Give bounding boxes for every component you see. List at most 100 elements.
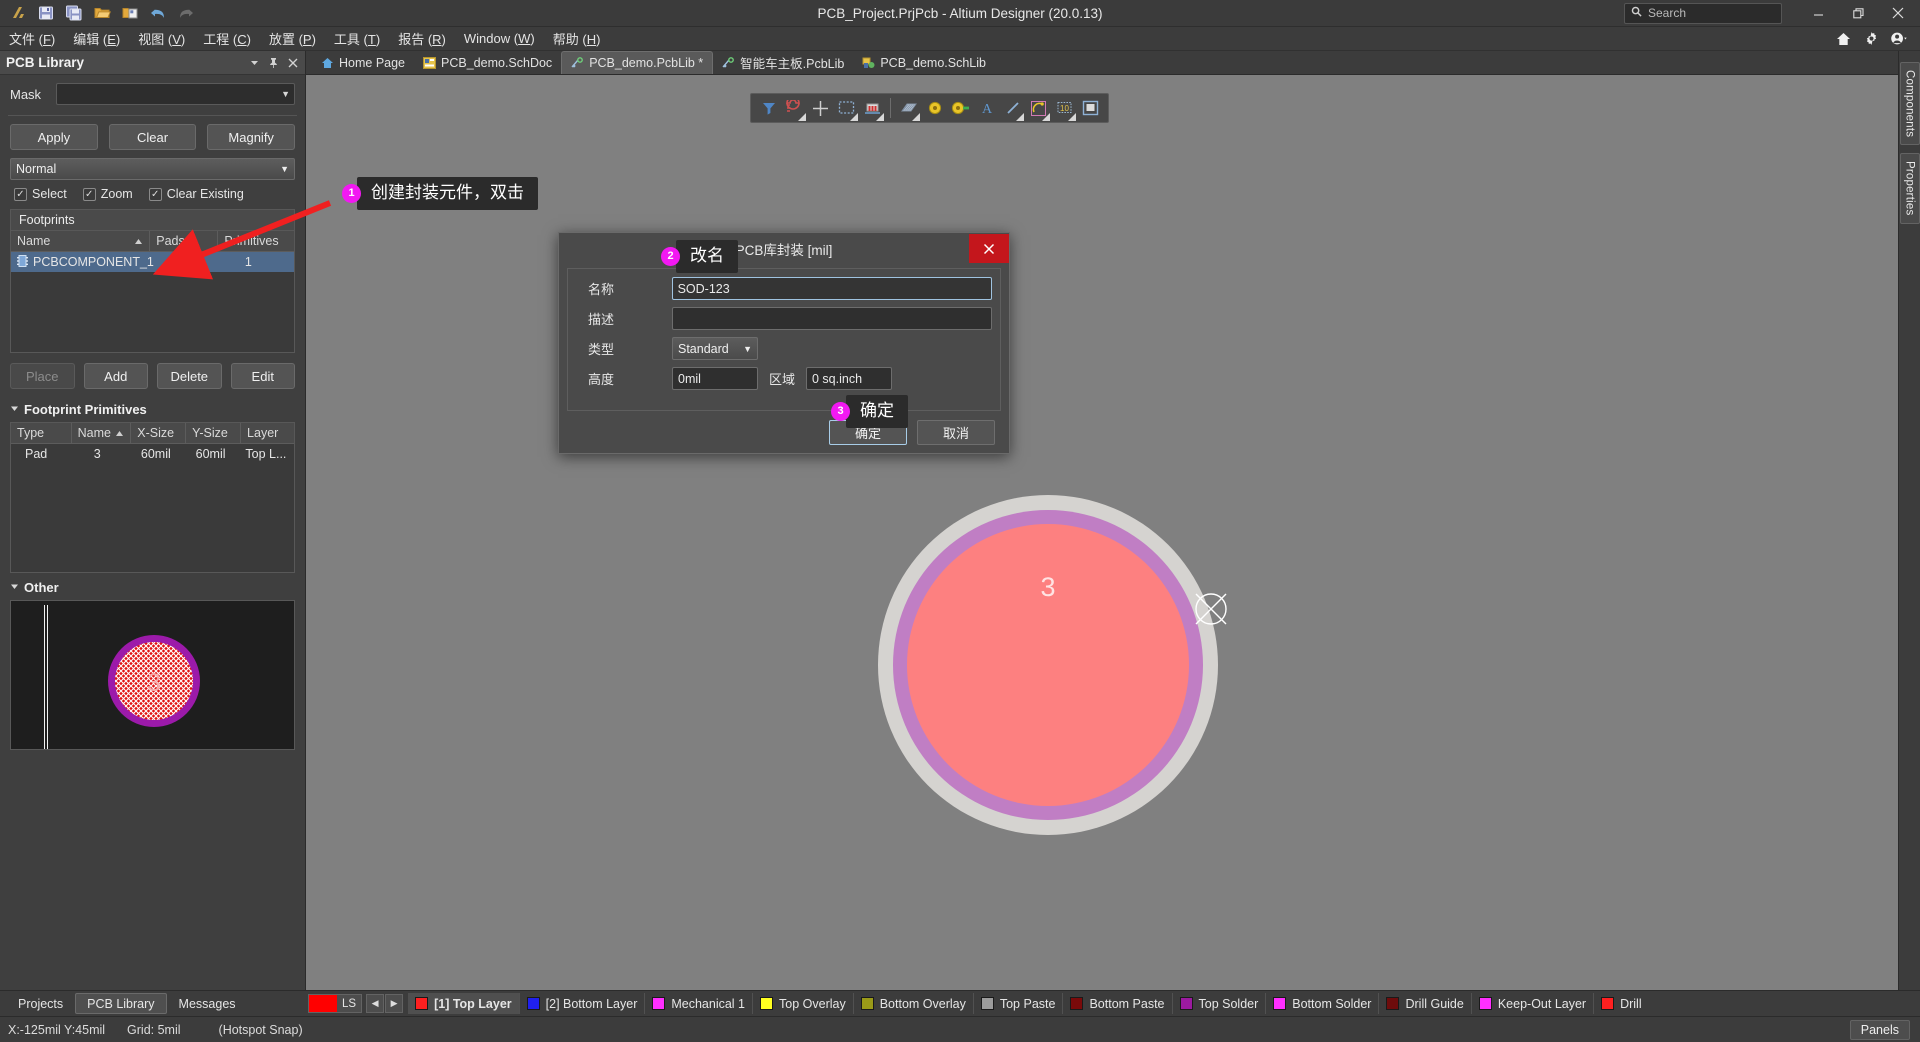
tab-pcb-demo-schlib[interactable]: PCB_demo.SchLib xyxy=(853,51,995,74)
edit-button[interactable]: Edit xyxy=(230,363,295,389)
place-line-icon[interactable] xyxy=(1000,96,1025,121)
col-pads[interactable]: Pads xyxy=(150,231,219,251)
place-fill-icon[interactable] xyxy=(1078,96,1103,121)
tab-smartcar-pcblib[interactable]: 智能车主板.PcbLib xyxy=(713,51,853,74)
layer-tab-mechanical-1[interactable]: Mechanical 1 xyxy=(645,993,754,1014)
col-ysize[interactable]: Y-Size xyxy=(186,423,242,443)
other-section-header[interactable]: Other xyxy=(0,573,305,600)
dropdown-indicator[interactable] xyxy=(798,112,806,121)
account-icon[interactable] xyxy=(1890,30,1908,48)
layer-next-button[interactable]: ▶ xyxy=(385,994,404,1013)
add-button[interactable]: Add xyxy=(83,363,148,389)
layer-tab-keep-out-layer[interactable]: Keep-Out Layer xyxy=(1472,993,1595,1014)
chevron-down-icon[interactable]: ▼ xyxy=(281,89,290,99)
pcb-canvas[interactable]: A 10 3 xyxy=(306,75,1898,990)
dropdown-indicator[interactable] xyxy=(876,112,884,121)
table-row[interactable]: PCBCOMPONENT_1 1 1 xyxy=(11,252,294,272)
dropdown-indicator[interactable] xyxy=(1042,112,1050,121)
col-prim-name[interactable]: Name xyxy=(72,423,132,443)
menu-file[interactable]: 文件 (F) xyxy=(0,26,64,51)
menu-window[interactable]: Window (W) xyxy=(455,28,544,49)
place-string-icon[interactable]: A xyxy=(974,96,999,121)
col-name[interactable]: Name xyxy=(11,231,151,251)
dock-tab-components[interactable]: Components xyxy=(1899,62,1920,146)
tab-pcb-demo-pcblib[interactable]: PCB_demo.PcbLib * xyxy=(561,51,714,74)
magnet-icon[interactable] xyxy=(782,96,807,121)
place-button[interactable]: Place xyxy=(10,363,75,389)
search-input[interactable]: Search xyxy=(1624,2,1782,24)
undo-icon[interactable] xyxy=(145,2,171,25)
menu-place[interactable]: 放置 (P) xyxy=(260,26,325,51)
select-area-icon[interactable] xyxy=(834,96,859,121)
primitives-list[interactable]: Pad 3 60mil 60mil Top L... xyxy=(11,444,294,572)
type-select[interactable]: Standard ▼ xyxy=(672,337,758,360)
open-project-icon[interactable] xyxy=(117,2,143,25)
select-checkbox[interactable]: ✓ Select xyxy=(14,187,67,201)
layer-tab-bottom-overlay[interactable]: Bottom Overlay xyxy=(854,993,974,1014)
apply-button[interactable]: Apply xyxy=(10,124,98,150)
dropdown-indicator[interactable] xyxy=(912,112,920,121)
col-xsize[interactable]: X-Size xyxy=(131,423,187,443)
gear-icon[interactable] xyxy=(1862,30,1880,48)
place-via-icon[interactable] xyxy=(948,96,973,121)
close-button[interactable] xyxy=(1878,0,1918,26)
other-preview[interactable]: 3 xyxy=(10,600,295,750)
altium-logo-icon[interactable] xyxy=(5,2,31,25)
layer-tab-bottom-paste[interactable]: Bottom Paste xyxy=(1063,993,1173,1014)
tab-pcb-demo-schdoc[interactable]: PCB_demo.SchDoc xyxy=(414,51,561,74)
layer-tab-top-overlay[interactable]: Top Overlay xyxy=(753,993,854,1014)
crosshair-icon[interactable] xyxy=(808,96,833,121)
mask-mode-combo[interactable]: Normal ▼ xyxy=(10,158,295,180)
panels-button[interactable]: Panels xyxy=(1849,1019,1910,1040)
clear-existing-checkbox[interactable]: ✓ Clear Existing xyxy=(148,187,244,201)
footprint-primitives-section-header[interactable]: Footprint Primitives xyxy=(0,395,305,422)
col-layer[interactable]: Layer xyxy=(241,423,294,443)
layer-tab-top-solder[interactable]: Top Solder xyxy=(1173,993,1267,1014)
panel-tab-projects[interactable]: Projects xyxy=(6,993,75,1014)
place-component-icon[interactable] xyxy=(860,96,885,121)
layer-tab-bottom-solder[interactable]: Bottom Solder xyxy=(1266,993,1380,1014)
area-input[interactable]: 0 sq.inch xyxy=(806,367,892,390)
layer-set-selector[interactable]: LS xyxy=(308,994,363,1013)
dock-tab-properties[interactable]: Properties xyxy=(1899,153,1920,224)
filter-icon[interactable] xyxy=(756,96,781,121)
place-dimension-icon[interactable]: 10 xyxy=(1052,96,1077,121)
place-pad-icon[interactable] xyxy=(922,96,947,121)
place-polygon-icon[interactable] xyxy=(896,96,921,121)
zoom-checkbox[interactable]: ✓ Zoom xyxy=(82,187,133,201)
pcb-library-footprint-dialog[interactable]: PCB库封装 [mil] 名称 SOD-123 描述 类型 Standard ▼ xyxy=(558,232,1010,454)
layer-tab-drill-guide[interactable]: Drill Guide xyxy=(1379,993,1472,1014)
table-row[interactable]: Pad 3 60mil 60mil Top L... xyxy=(11,444,294,464)
dropdown-indicator[interactable] xyxy=(1016,112,1024,121)
close-icon[interactable] xyxy=(286,56,299,69)
magnify-button[interactable]: Magnify xyxy=(207,124,296,150)
restore-button[interactable] xyxy=(1838,0,1878,26)
menu-reports[interactable]: 报告 (R) xyxy=(389,26,455,51)
description-input[interactable] xyxy=(671,307,992,330)
menu-view[interactable]: 视图 (V) xyxy=(129,26,194,51)
menu-project[interactable]: 工程 (C) xyxy=(194,26,260,51)
open-icon[interactable] xyxy=(89,2,115,25)
layer-tab-top-paste[interactable]: Top Paste xyxy=(974,993,1064,1014)
pin-icon[interactable] xyxy=(267,56,280,69)
layer-tab-top-layer[interactable]: [1] Top Layer xyxy=(408,993,520,1014)
chevron-down-icon[interactable]: ▼ xyxy=(743,344,752,354)
chevron-down-icon[interactable]: ▼ xyxy=(280,164,289,174)
home-icon[interactable] xyxy=(1834,30,1852,48)
tab-home-page[interactable]: Home Page xyxy=(312,51,414,74)
col-primitives[interactable]: Primitives xyxy=(218,231,294,251)
save-all-icon[interactable] xyxy=(61,2,87,25)
pad-graphic[interactable]: 3 xyxy=(878,495,1218,835)
panel-tab-messages[interactable]: Messages xyxy=(167,993,248,1014)
chevron-down-icon[interactable] xyxy=(248,56,261,69)
name-input[interactable]: SOD-123 xyxy=(671,277,992,300)
dropdown-indicator[interactable] xyxy=(850,112,858,121)
menu-edit[interactable]: 编辑 (E) xyxy=(64,26,129,51)
menu-tools[interactable]: 工具 (T) xyxy=(325,26,389,51)
layer-prev-button[interactable]: ◀ xyxy=(366,994,385,1013)
place-arc-icon[interactable] xyxy=(1026,96,1051,121)
layer-tab-bottom-layer[interactable]: [2] Bottom Layer xyxy=(520,993,646,1014)
redo-icon[interactable] xyxy=(173,2,199,25)
save-icon[interactable] xyxy=(33,2,59,25)
dropdown-indicator[interactable] xyxy=(1068,112,1076,121)
